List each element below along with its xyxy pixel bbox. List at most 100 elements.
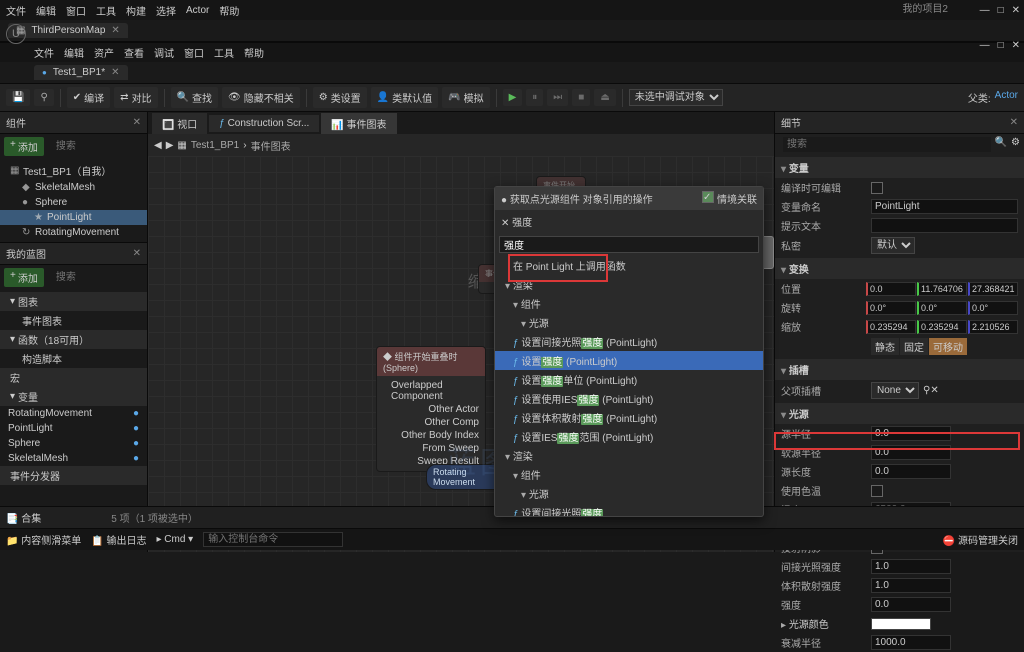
- ctx-cat-comp[interactable]: ▾ 组件: [495, 294, 763, 313]
- simulate-button[interactable]: 🎮模拟: [442, 87, 489, 108]
- content-drawer-btn-2[interactable]: 📁 内容侧滑菜单: [6, 532, 81, 547]
- nav-back-icon[interactable]: ◀: [154, 140, 162, 151]
- menu-help[interactable]: 帮助: [219, 3, 239, 18]
- map-tab[interactable]: ▦ ThirdPersonMap ✕: [8, 23, 128, 38]
- find-button[interactable]: 🔍查找: [171, 87, 218, 108]
- stop-button[interactable]: ■: [572, 89, 590, 106]
- pin-body-idx[interactable]: Other Body Index: [383, 429, 479, 442]
- context-menu[interactable]: ● 获取点光源组件 对象引用的操作 ✓情境关联 ✕ 强度 在 Point Lig…: [494, 186, 764, 517]
- close-icon[interactable]: ✕: [1012, 5, 1020, 16]
- atten-input[interactable]: [871, 635, 951, 650]
- menu-build[interactable]: 构建: [126, 3, 146, 18]
- var-sphere[interactable]: Sphere●: [0, 436, 147, 451]
- eject-button[interactable]: ⏏: [594, 89, 615, 106]
- component-rotating[interactable]: ↻RotatingMovement: [0, 225, 147, 240]
- rot-z[interactable]: [968, 301, 1018, 315]
- expose-dropdown[interactable]: 默认: [871, 237, 915, 254]
- browse-button[interactable]: ⚲: [34, 89, 53, 106]
- ctx-bottom-0[interactable]: ƒ 设置间接光照强度: [495, 503, 763, 516]
- parent-class-link[interactable]: Actor: [995, 90, 1018, 105]
- menu-edit[interactable]: 编辑: [36, 3, 56, 18]
- diff-button[interactable]: ⇄对比: [114, 87, 157, 108]
- pin-other-comp[interactable]: Other Comp: [383, 416, 479, 429]
- color-swatch[interactable]: [871, 618, 931, 630]
- var-pointlight[interactable]: PointLight●: [0, 421, 147, 436]
- details-search-input[interactable]: [783, 137, 991, 152]
- viewport-tab[interactable]: 🔳 视口: [152, 113, 207, 134]
- construct-script-item[interactable]: 构造脚本: [0, 349, 147, 368]
- menu2-view[interactable]: 查看: [124, 45, 144, 60]
- cmd-input-2[interactable]: [203, 532, 343, 547]
- settings-icon[interactable]: ⚙: [1011, 137, 1020, 152]
- component-sphere[interactable]: ●Sphere: [0, 195, 147, 210]
- components-search-input[interactable]: [52, 139, 122, 154]
- cat-light[interactable]: 光源: [775, 403, 1024, 424]
- pin-from-sweep[interactable]: From Sweep: [383, 442, 479, 455]
- source-radius-input[interactable]: [871, 426, 951, 441]
- ctx-item-0[interactable]: ƒ 设置间接光照强度 (PointLight): [495, 332, 763, 351]
- var-rotating[interactable]: RotatingMovement●: [0, 406, 147, 421]
- pin-other-actor[interactable]: Other Actor: [383, 403, 479, 416]
- scl-y[interactable]: [917, 320, 967, 334]
- varname-input[interactable]: [871, 199, 1018, 214]
- source-control-btn[interactable]: ⛔ 源码管理关闭: [943, 532, 1018, 547]
- rot-y[interactable]: [917, 301, 967, 315]
- bp-tab[interactable]: ● Test1_BP1* ✕: [34, 65, 128, 80]
- compile-button[interactable]: ✔编译: [67, 87, 110, 108]
- ctx-cat-light2[interactable]: ▾ 光源: [495, 484, 763, 503]
- filter-icon[interactable]: 🔍: [995, 137, 1007, 152]
- minimize-icon[interactable]: —: [980, 5, 990, 16]
- scl-z[interactable]: [968, 320, 1018, 334]
- construction-tab[interactable]: ƒ Construction Scr...: [209, 115, 319, 132]
- output-log-btn-2[interactable]: 📋 输出日志: [91, 532, 146, 547]
- menu2-window[interactable]: 窗口: [184, 45, 204, 60]
- ctx-close-icon[interactable]: ✕: [501, 218, 509, 229]
- section-vars[interactable]: ▾ 变量: [0, 387, 147, 406]
- cat-variable[interactable]: 变量: [775, 157, 1024, 178]
- use-temp-checkbox[interactable]: [871, 485, 883, 497]
- indirect-input[interactable]: [871, 559, 951, 574]
- class-settings-button[interactable]: ⚙类设置: [313, 87, 367, 108]
- mybp-search-input[interactable]: [52, 270, 122, 285]
- context-checkbox[interactable]: ✓: [702, 191, 714, 203]
- volumetric-input[interactable]: [871, 578, 951, 593]
- close-bp-tab-icon[interactable]: ✕: [111, 67, 119, 78]
- menu2-asset[interactable]: 资产: [94, 45, 114, 60]
- save-button[interactable]: 💾: [6, 89, 30, 106]
- editable-checkbox[interactable]: [871, 182, 883, 194]
- ctx-cat-light[interactable]: ▾ 光源: [495, 313, 763, 332]
- menu-select[interactable]: 选择: [156, 3, 176, 18]
- add-component-button[interactable]: +添加: [4, 137, 44, 156]
- loc-y[interactable]: [917, 282, 967, 296]
- event-graph-tab[interactable]: 📊 事件图表: [321, 113, 396, 134]
- section-macros[interactable]: 宏: [0, 368, 147, 387]
- crumb-graph[interactable]: 事件图表: [251, 138, 291, 153]
- menu2-debug[interactable]: 调试: [154, 45, 174, 60]
- menu2-file[interactable]: 文件: [34, 45, 54, 60]
- rot-x[interactable]: [866, 301, 916, 315]
- ctx-item-4[interactable]: ƒ 设置体积散射强度 (PointLight): [495, 408, 763, 427]
- maximize-icon-2[interactable]: □: [998, 40, 1004, 51]
- soft-radius-input[interactable]: [871, 445, 951, 460]
- close-tab-icon[interactable]: ✕: [111, 25, 119, 36]
- class-defaults-button[interactable]: 👤类默认值: [371, 87, 438, 108]
- component-skeletalmesh[interactable]: ◆SkeletalMesh: [0, 180, 147, 195]
- ctx-item-2[interactable]: ƒ 设置强度单位 (PointLight): [495, 370, 763, 389]
- maximize-icon[interactable]: □: [998, 5, 1004, 16]
- ctx-item-3[interactable]: ƒ 设置使用IES强度 (PointLight): [495, 389, 763, 408]
- mobility-stationary[interactable]: 固定: [900, 338, 928, 355]
- close-icon-2[interactable]: ✕: [1012, 40, 1020, 51]
- pause-button[interactable]: ⏸: [526, 89, 543, 106]
- minimize-icon-2[interactable]: —: [980, 40, 990, 51]
- loc-x[interactable]: [866, 282, 916, 296]
- add-bp-button[interactable]: +添加: [4, 268, 44, 287]
- component-pointlight[interactable]: ★PointLight: [0, 210, 147, 225]
- menu-tools[interactable]: 工具: [96, 3, 116, 18]
- nav-fwd-icon[interactable]: ▶: [166, 140, 174, 151]
- loc-z[interactable]: [968, 282, 1018, 296]
- cat-transform[interactable]: 变换: [775, 258, 1024, 279]
- menu2-edit[interactable]: 编辑: [64, 45, 84, 60]
- section-graphs[interactable]: ▾ 图表: [0, 292, 147, 311]
- crumb-bp[interactable]: Test1_BP1: [191, 140, 239, 151]
- menu2-tools[interactable]: 工具: [214, 45, 234, 60]
